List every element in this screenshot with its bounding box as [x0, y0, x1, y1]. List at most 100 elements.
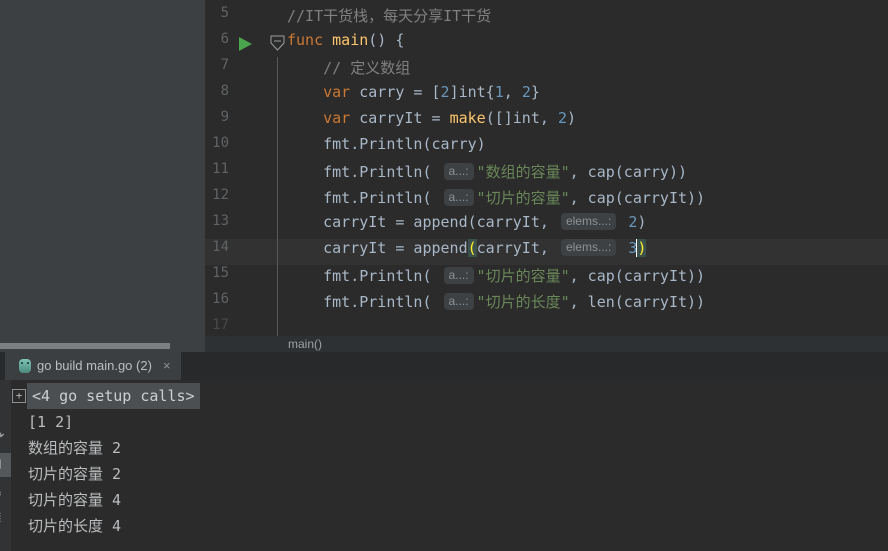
console-line: 数组的容量 2: [28, 435, 868, 461]
code-line-row[interactable]: 10 fmt.Println(carry): [205, 135, 888, 161]
code-token: [287, 83, 323, 101]
code-token: carryIt,: [477, 239, 558, 257]
code-line: //IT干货栈，每天分享IT干货: [287, 5, 491, 31]
run-console: ⟳▣⚙≣ + <4 go setup calls> [1 2]数组的容量 2切片…: [0, 380, 888, 551]
code-token: var: [323, 109, 359, 127]
line-number: 9: [205, 109, 229, 135]
expand-icon[interactable]: +: [12, 389, 26, 403]
code-line-row[interactable]: 12 fmt.Println( a...:"切片的容量", cap(carryI…: [205, 187, 888, 213]
line-number: 11: [205, 161, 229, 187]
code-token: [287, 109, 323, 127]
line-number: 17: [205, 317, 229, 336]
code-token: "数组的容量": [477, 163, 570, 181]
code-line: var carryIt = make([]int, 2): [287, 109, 576, 135]
line-number: 7: [205, 57, 229, 83]
code-token: 2: [522, 83, 531, 101]
code-line-row[interactable]: 11 fmt.Println( a...:"数组的容量", cap(carry)…: [205, 161, 888, 187]
line-number: 13: [205, 213, 229, 239]
console-toolbar: ⟳ ▣ ⚙ ≣: [0, 380, 11, 551]
line-number: 14: [205, 239, 229, 265]
code-token: () {: [368, 31, 404, 49]
code-token: fmt.Println(: [287, 163, 441, 181]
code-token: "切片的容量": [477, 267, 570, 285]
code-token: carry = [: [359, 83, 440, 101]
code-token: ([]int,: [486, 109, 558, 127]
code-line-row[interactable]: 6 func main() {: [205, 31, 888, 57]
code-token: , len(carryIt)): [570, 293, 705, 311]
code-token: fmt.Println(: [287, 267, 441, 285]
console-line: 切片的长度 4: [28, 513, 868, 539]
close-icon[interactable]: ×: [163, 352, 171, 380]
inlay-hint: a...:: [444, 189, 474, 206]
code-token: func: [287, 31, 332, 49]
code-token: (: [468, 239, 477, 257]
code-token: 1: [495, 83, 504, 101]
code-line-row[interactable]: 9 var carryIt = make([]int, 2): [205, 109, 888, 135]
run-panel-header: go build main.go (2) ×: [0, 352, 888, 380]
run-tab[interactable]: go build main.go (2) ×: [5, 352, 181, 380]
code-line: var carry = [2]int{1, 2}: [287, 83, 540, 109]
soft-wrap-icon[interactable]: ≣: [0, 507, 10, 527]
code-token: fmt.Println(carry): [287, 135, 486, 153]
code-token: }: [531, 83, 540, 101]
code-token: ]int{: [450, 83, 495, 101]
code-line-row[interactable]: 8 var carry = [2]int{1, 2}: [205, 83, 888, 109]
code-line-row[interactable]: 5 //IT干货栈，每天分享IT干货: [205, 5, 888, 31]
stop-icon[interactable]: ▣: [0, 453, 10, 473]
code-token: var: [323, 83, 359, 101]
settings-icon[interactable]: ⚙: [0, 483, 10, 503]
run-icon[interactable]: [239, 37, 252, 51]
code-line: fmt.Println( a...:"切片的长度", len(carryIt)): [287, 291, 705, 317]
code-editor[interactable]: 5//IT干货栈，每天分享IT干货6func main() {7 // 定义数组…: [205, 0, 888, 336]
go-app-icon: [19, 359, 31, 373]
code-token: 2: [441, 83, 450, 101]
code-token: fmt.Println(: [287, 293, 441, 311]
code-token: main: [332, 31, 368, 49]
line-number: 8: [205, 83, 229, 109]
line-number: 6: [205, 31, 229, 57]
project-panel-hscrollbar[interactable]: [0, 343, 170, 349]
run-tab-label: go build main.go (2): [37, 352, 152, 380]
code-token: carryIt = append: [287, 239, 468, 257]
breadcrumb-bar: main(): [205, 336, 888, 352]
code-token: , cap(carryIt)): [570, 267, 705, 285]
code-token: carryIt =: [359, 109, 449, 127]
breadcrumb[interactable]: main(): [288, 336, 322, 352]
inlay-hint: a...:: [444, 267, 474, 284]
console-line: 切片的容量 4: [28, 487, 868, 513]
code-token: ): [567, 109, 576, 127]
line-number: 10: [205, 135, 229, 161]
code-line: fmt.Println( a...:"数组的容量", cap(carry)): [287, 161, 687, 187]
code-line: func main() {: [287, 31, 404, 57]
inlay-hint: elems...:: [561, 239, 616, 256]
console-folded-line[interactable]: <4 go setup calls>: [27, 383, 200, 409]
code-token: 2: [619, 213, 637, 231]
code-token: carryIt = append(carryIt,: [287, 213, 558, 231]
inlay-hint: a...:: [444, 293, 474, 310]
code-token: // 定义数组: [287, 59, 410, 77]
line-number: 5: [205, 5, 229, 31]
code-token: fmt.Println(: [287, 189, 441, 207]
code-line: // 定义数组: [287, 57, 410, 83]
code-line: carryIt = append(carryIt, elems...: 3): [287, 239, 646, 265]
code-line-row[interactable]: 17: [205, 317, 888, 336]
code-line-row[interactable]: 7 // 定义数组: [205, 57, 888, 83]
inlay-hint: a...:: [444, 163, 474, 180]
line-number: 16: [205, 291, 229, 317]
code-line-row[interactable]: 13 carryIt = append(carryIt, elems...: 2…: [205, 213, 888, 239]
code-line-row[interactable]: 16 fmt.Println( a...:"切片的长度", len(carryI…: [205, 291, 888, 317]
project-panel: [0, 0, 205, 352]
code-token: , cap(carryIt)): [570, 189, 705, 207]
line-number: 15: [205, 265, 229, 291]
code-line: fmt.Println(carry): [287, 135, 486, 161]
code-token: //IT干货栈，每天分享IT干货: [287, 7, 491, 25]
rerun-icon[interactable]: ⟳: [0, 426, 10, 446]
code-token: "切片的长度": [477, 293, 570, 311]
code-line-row[interactable]: 15 fmt.Println( a...:"切片的容量", cap(carryI…: [205, 265, 888, 291]
code-token: make: [450, 109, 486, 127]
code-line: fmt.Println( a...:"切片的容量", cap(carryIt)): [287, 265, 705, 291]
code-token: 3: [619, 239, 637, 257]
code-line: fmt.Println( a...:"切片的容量", cap(carryIt)): [287, 187, 705, 213]
fold-minus-icon[interactable]: [269, 35, 286, 57]
code-line-row[interactable]: 14 carryIt = append(carryIt, elems...: 3…: [205, 239, 888, 265]
